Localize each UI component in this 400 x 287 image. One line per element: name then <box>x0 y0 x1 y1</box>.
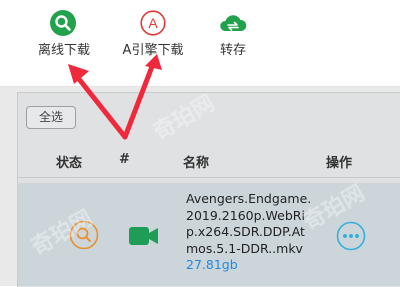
aria-engine-icon: A <box>140 10 166 36</box>
cloud-transfer-icon <box>220 15 247 31</box>
file-name-text: Avengers.Endgame.2019.2160p.WebRip.x264.… <box>186 191 312 256</box>
column-header-status: 状态 <box>56 156 83 171</box>
file-size: 27.81gb <box>186 257 238 272</box>
offline-download-label: 离线下载 <box>38 43 91 58</box>
column-header-name: 名称 <box>183 156 210 171</box>
toolbar: 离线下载 A A引擎下载 转存 <box>0 0 400 87</box>
column-header-actions: 操作 <box>326 156 353 171</box>
save-to-drive-label: 转存 <box>219 43 246 58</box>
file-name: Avengers.Endgame.2019.2160p.WebRip.x264.… <box>186 191 314 274</box>
magnifier-status-icon <box>69 220 99 250</box>
more-icon[interactable] <box>336 221 366 251</box>
save-to-drive-button[interactable]: 转存 <box>211 10 255 58</box>
header-divider <box>18 177 400 178</box>
aria-download-label: A引擎下载 <box>122 43 184 58</box>
table-row[interactable]: Avengers.Endgame.2019.2160p.WebRip.x264.… <box>18 183 400 286</box>
column-header-index: # <box>119 152 130 167</box>
select-all-button[interactable]: 全选 <box>26 106 76 129</box>
offline-download-button[interactable]: 离线下载 <box>38 10 91 58</box>
video-icon <box>129 227 158 245</box>
aria-icon-glyph: A <box>148 15 158 31</box>
offline-download-search-icon <box>50 10 76 36</box>
aria-download-button[interactable]: A A引擎下载 <box>120 10 186 58</box>
